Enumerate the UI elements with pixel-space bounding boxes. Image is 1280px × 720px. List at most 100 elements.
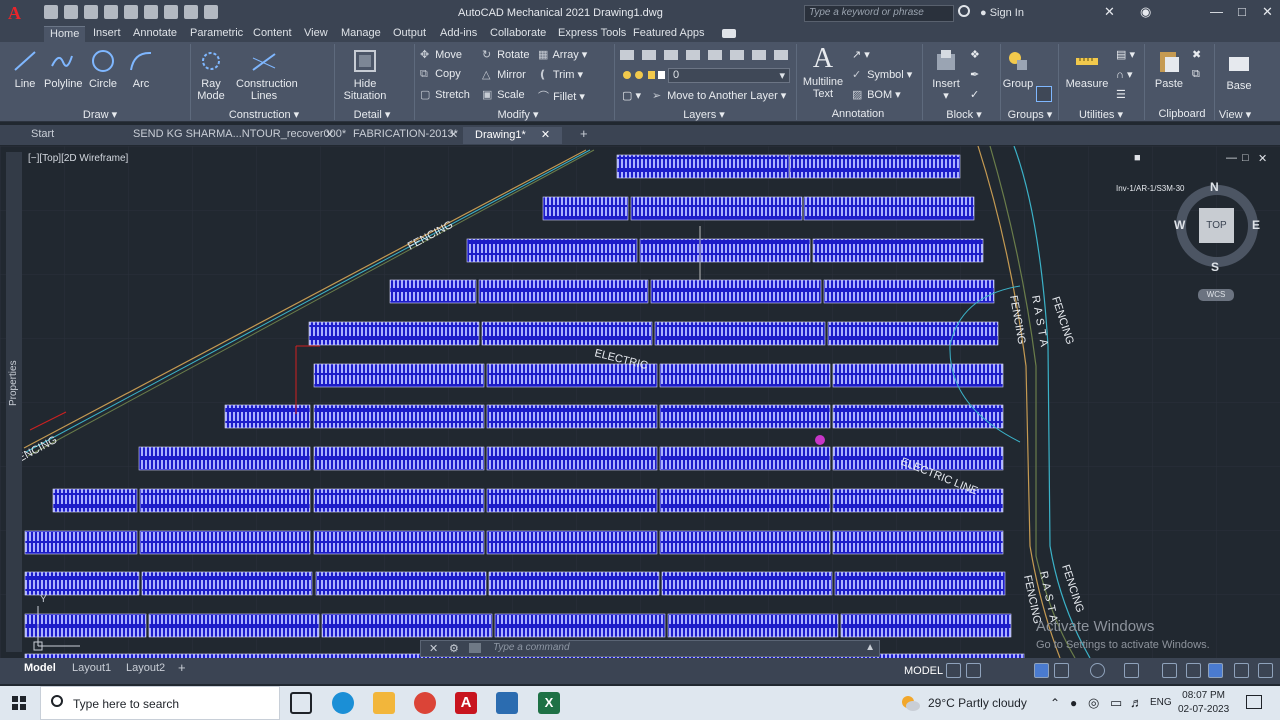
solar-table[interactable] [616,154,790,179]
solar-table[interactable] [659,363,831,388]
solar-table[interactable] [313,446,485,471]
weather-icon[interactable] [900,694,920,712]
utilities-panel-title[interactable]: Utilities ▾ [1070,108,1132,121]
command-input[interactable]: Type a command [493,642,570,653]
sign-in-button[interactable]: ● Sign In [980,7,1024,19]
tab-close-icon[interactable]: ✕ [449,128,458,141]
solar-table[interactable] [486,530,658,555]
ray-mode-button[interactable]: Ray Mode [196,48,226,102]
search-input[interactable]: Type a keyword or phrase [804,5,954,22]
solar-table[interactable] [803,196,975,221]
modify-panel-title[interactable]: Modify ▾ [478,108,558,121]
ortho-icon[interactable] [1034,663,1049,678]
mic-icon[interactable]: ● [1070,696,1077,710]
file-tab-drawing1[interactable]: Drawing1* ✕ [463,127,563,144]
undo-icon[interactable] [164,5,178,19]
stretch-button[interactable]: ▢ Stretch [420,88,470,101]
solar-table[interactable] [313,363,485,388]
solar-table[interactable] [478,279,649,304]
volume-icon[interactable]: ♬ [1130,695,1143,710]
layout-tab-layout2[interactable]: Layout2 [126,662,165,674]
file-explorer-icon[interactable] [373,692,395,714]
copy-clip-icon[interactable]: ⧉ [1192,68,1200,81]
mirror-button[interactable]: △ Mirror [482,68,526,81]
solar-table[interactable] [486,404,658,429]
trim-button[interactable]: ❪ Trim ▾ [538,68,583,81]
tab-view[interactable]: View [304,26,328,42]
tab-content[interactable]: Content [253,26,292,42]
block-edit-icon[interactable]: ✒ [970,68,979,81]
block-panel-title[interactable]: Block ▾ [934,108,994,121]
solar-table[interactable] [659,488,831,513]
tab-parametric[interactable]: Parametric [190,26,243,42]
solar-table[interactable] [812,238,984,263]
magnet-icon[interactable]: ∩ ▾ [1116,68,1132,81]
clean-screen-icon[interactable] [1208,663,1223,678]
solar-table[interactable] [840,613,1012,638]
save-icon[interactable] [84,5,98,19]
search-icon[interactable] [958,5,970,17]
plot-icon[interactable] [144,5,158,19]
paste-button[interactable]: Paste [1152,48,1186,90]
draw-panel-title[interactable]: Draw ▾ [60,108,140,121]
base-view-button[interactable]: Base [1222,50,1256,92]
solar-table[interactable] [389,279,477,304]
command-close-icon[interactable]: ✕ [429,642,438,655]
weather-text[interactable]: 29°C Partly cloudy [928,696,1027,710]
calculator-icon[interactable]: ▤ ▾ [1116,48,1135,61]
viewcube[interactable]: TOP N S W E [1172,180,1262,274]
close-icon[interactable]: ✕ [1262,4,1273,20]
upload-icon[interactable] [124,5,138,19]
viewport-controls-label[interactable]: [−][Top][2D Wireframe] [28,153,128,164]
dimension-icon[interactable]: ↗ ▾ [852,48,870,61]
measure-button[interactable]: Measure [1064,48,1110,90]
solar-table[interactable] [486,446,658,471]
symbol-button[interactable]: ✓ Symbol ▾ [852,68,912,81]
question-icon[interactable]: ◉ [1140,4,1151,20]
layers-panel-title[interactable]: Layers ▾ [664,108,744,121]
language-indicator[interactable]: ENG [1150,697,1172,708]
solar-table[interactable] [659,446,831,471]
tab-annotate[interactable]: Annotate [133,26,177,42]
layer-state-icons[interactable] [622,69,666,81]
construction-lines-button[interactable]: Construction Lines [236,48,298,102]
arc-button[interactable]: Arc [128,48,154,90]
tab-collaborate[interactable]: Collaborate [490,26,546,42]
move-layer-button[interactable]: ➢ Move to Another Layer ▾ [652,89,786,102]
solar-table[interactable] [139,488,311,513]
polyline-button[interactable]: Polyline [44,48,83,90]
compass-south[interactable]: S [1211,260,1219,274]
solar-table[interactable] [313,530,485,555]
bom-button[interactable]: ▨ BOM ▾ [852,88,901,101]
solar-table[interactable] [321,613,493,638]
tab-close-icon[interactable]: ✕ [325,128,334,141]
battery-icon[interactable]: ▭ [1110,695,1122,711]
layout-tab-layout1[interactable]: Layout1 [72,662,111,674]
minimize-icon[interactable]: — [1210,4,1223,19]
solar-table[interactable] [494,613,666,638]
tab-featured-apps[interactable]: Featured Apps [633,26,705,42]
hide-situation-button[interactable]: Hide Situation [342,48,388,102]
insert-block-button[interactable]: Insert ▾ [930,48,962,102]
construction-panel-title[interactable]: Construction ▾ [224,108,304,121]
solar-table[interactable] [224,404,311,429]
solar-table[interactable] [24,530,138,555]
globe-icon[interactable]: ◎ [1088,695,1099,711]
list-icon[interactable]: ☰ [1116,88,1126,101]
tab-manage[interactable]: Manage [341,26,381,42]
tray-chevron-icon[interactable]: ⌃ [1050,696,1060,710]
tab-output[interactable]: Output [393,26,426,42]
autocad-taskbar-icon[interactable]: A [455,692,477,714]
solar-table[interactable] [138,446,311,471]
file-tab-send-kg-sharma[interactable]: SEND KG SHARMA...NTOUR_recover000* [133,128,346,140]
solar-table[interactable] [542,196,629,221]
solar-table[interactable] [315,571,487,596]
solar-table[interactable] [141,571,313,596]
polar-icon[interactable] [1054,663,1069,678]
drawing-svg[interactable]: FENCING ENCING ELECTRIC ELECTRIC LINE FE… [0,146,1280,658]
rotate-button[interactable]: ↻ Rotate [482,48,529,61]
command-customize-icon[interactable]: ⚙ [449,642,459,655]
solar-table[interactable] [639,238,811,263]
solar-table[interactable] [832,530,1004,555]
viewport-close-icon[interactable]: ✕ [1258,152,1267,165]
